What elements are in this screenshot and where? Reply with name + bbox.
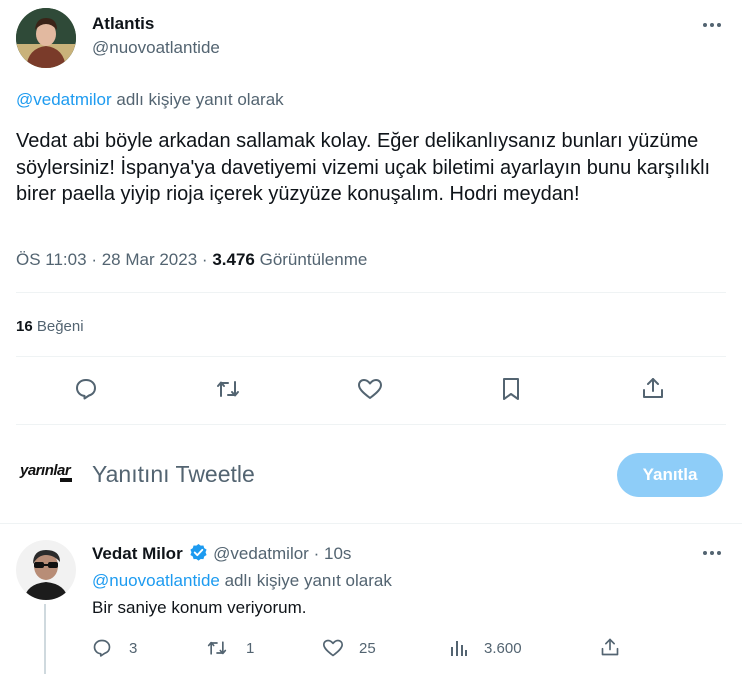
- share-icon[interactable]: [600, 637, 620, 657]
- likes-label: Beğeni: [36, 318, 84, 335]
- avatar[interactable]: [16, 8, 76, 68]
- avatar[interactable]: [16, 540, 76, 600]
- reply-compose-input[interactable]: Yanıtını Tweetle: [92, 461, 255, 488]
- reply-icon[interactable]: [74, 377, 98, 401]
- views-label: Görüntülenme: [259, 250, 368, 269]
- views-count: 3.600: [484, 639, 522, 657]
- reply-to-mention[interactable]: @nuovoatlantide: [92, 571, 220, 590]
- likes-count: 16: [16, 318, 33, 335]
- verified-badge-icon: [189, 543, 208, 562]
- tweet-meta: ÖS 11:03 · 28 Mar 2023 · 3.476 Görüntüle…: [16, 250, 367, 270]
- tweet-time[interactable]: ÖS 11:03: [16, 250, 87, 269]
- brand-logo[interactable]: yarınlar: [16, 452, 76, 496]
- reply-header: Vedat Milor @vedatmilor · 10s: [92, 543, 351, 564]
- reply-to-suffix: adlı kişiye yanıt olarak: [111, 90, 284, 109]
- divider: [16, 356, 726, 357]
- reply-count: 3: [129, 639, 138, 657]
- display-name[interactable]: Vedat Milor: [92, 544, 183, 563]
- like-action[interactable]: 25: [322, 637, 376, 659]
- views-action[interactable]: 3.600: [449, 637, 522, 659]
- reply-button[interactable]: Yanıtla: [617, 453, 723, 497]
- reply-icon: [92, 638, 112, 658]
- reply-to-suffix: adlı kişiye yanıt olarak: [219, 571, 392, 590]
- more-options-icon[interactable]: [701, 542, 723, 564]
- user-handle[interactable]: @nuovoatlantide: [92, 38, 220, 58]
- display-name[interactable]: Atlantis: [92, 14, 154, 34]
- user-handle[interactable]: @vedatmilor: [213, 544, 309, 563]
- more-options-icon[interactable]: [701, 14, 723, 36]
- section-divider: [0, 523, 742, 524]
- reply-to-line: @vedatmilor adlı kişiye yanıt olarak: [16, 90, 284, 110]
- analytics-icon: [449, 638, 469, 658]
- thread-line: [44, 604, 46, 674]
- retweet-icon[interactable]: [215, 377, 241, 401]
- bookmark-icon[interactable]: [500, 377, 522, 401]
- reply-to-mention[interactable]: @vedatmilor: [16, 90, 112, 109]
- divider: [16, 424, 726, 425]
- separator-dot: ·: [91, 250, 97, 269]
- brand-logo-text: yarınlar: [20, 462, 71, 479]
- like-icon[interactable]: [357, 377, 383, 401]
- likes-line[interactable]: 16 Beğeni: [16, 318, 84, 335]
- retweet-action[interactable]: 1: [206, 637, 254, 659]
- share-icon[interactable]: [641, 376, 665, 400]
- tweet-text: Vedat abi böyle arkadan sallamak kolay. …: [16, 130, 711, 205]
- views-count: 3.476: [212, 250, 255, 269]
- divider: [16, 292, 726, 293]
- brand-logo-tag: [60, 478, 72, 482]
- tweet-date[interactable]: 28 Mar 2023: [102, 250, 197, 269]
- retweet-icon: [206, 638, 228, 658]
- tweet-text: Bir saniye konum veriyorum.: [92, 598, 307, 617]
- separator-dot: ·: [313, 544, 320, 563]
- tweet-time[interactable]: 10s: [324, 544, 351, 563]
- like-count: 25: [359, 639, 376, 657]
- retweet-count: 1: [246, 639, 255, 657]
- separator-dot: ·: [201, 250, 208, 269]
- reply-action[interactable]: 3: [92, 637, 137, 659]
- reply-to-line: @nuovoatlantide adlı kişiye yanıt olarak: [92, 571, 392, 591]
- like-icon: [322, 638, 344, 658]
